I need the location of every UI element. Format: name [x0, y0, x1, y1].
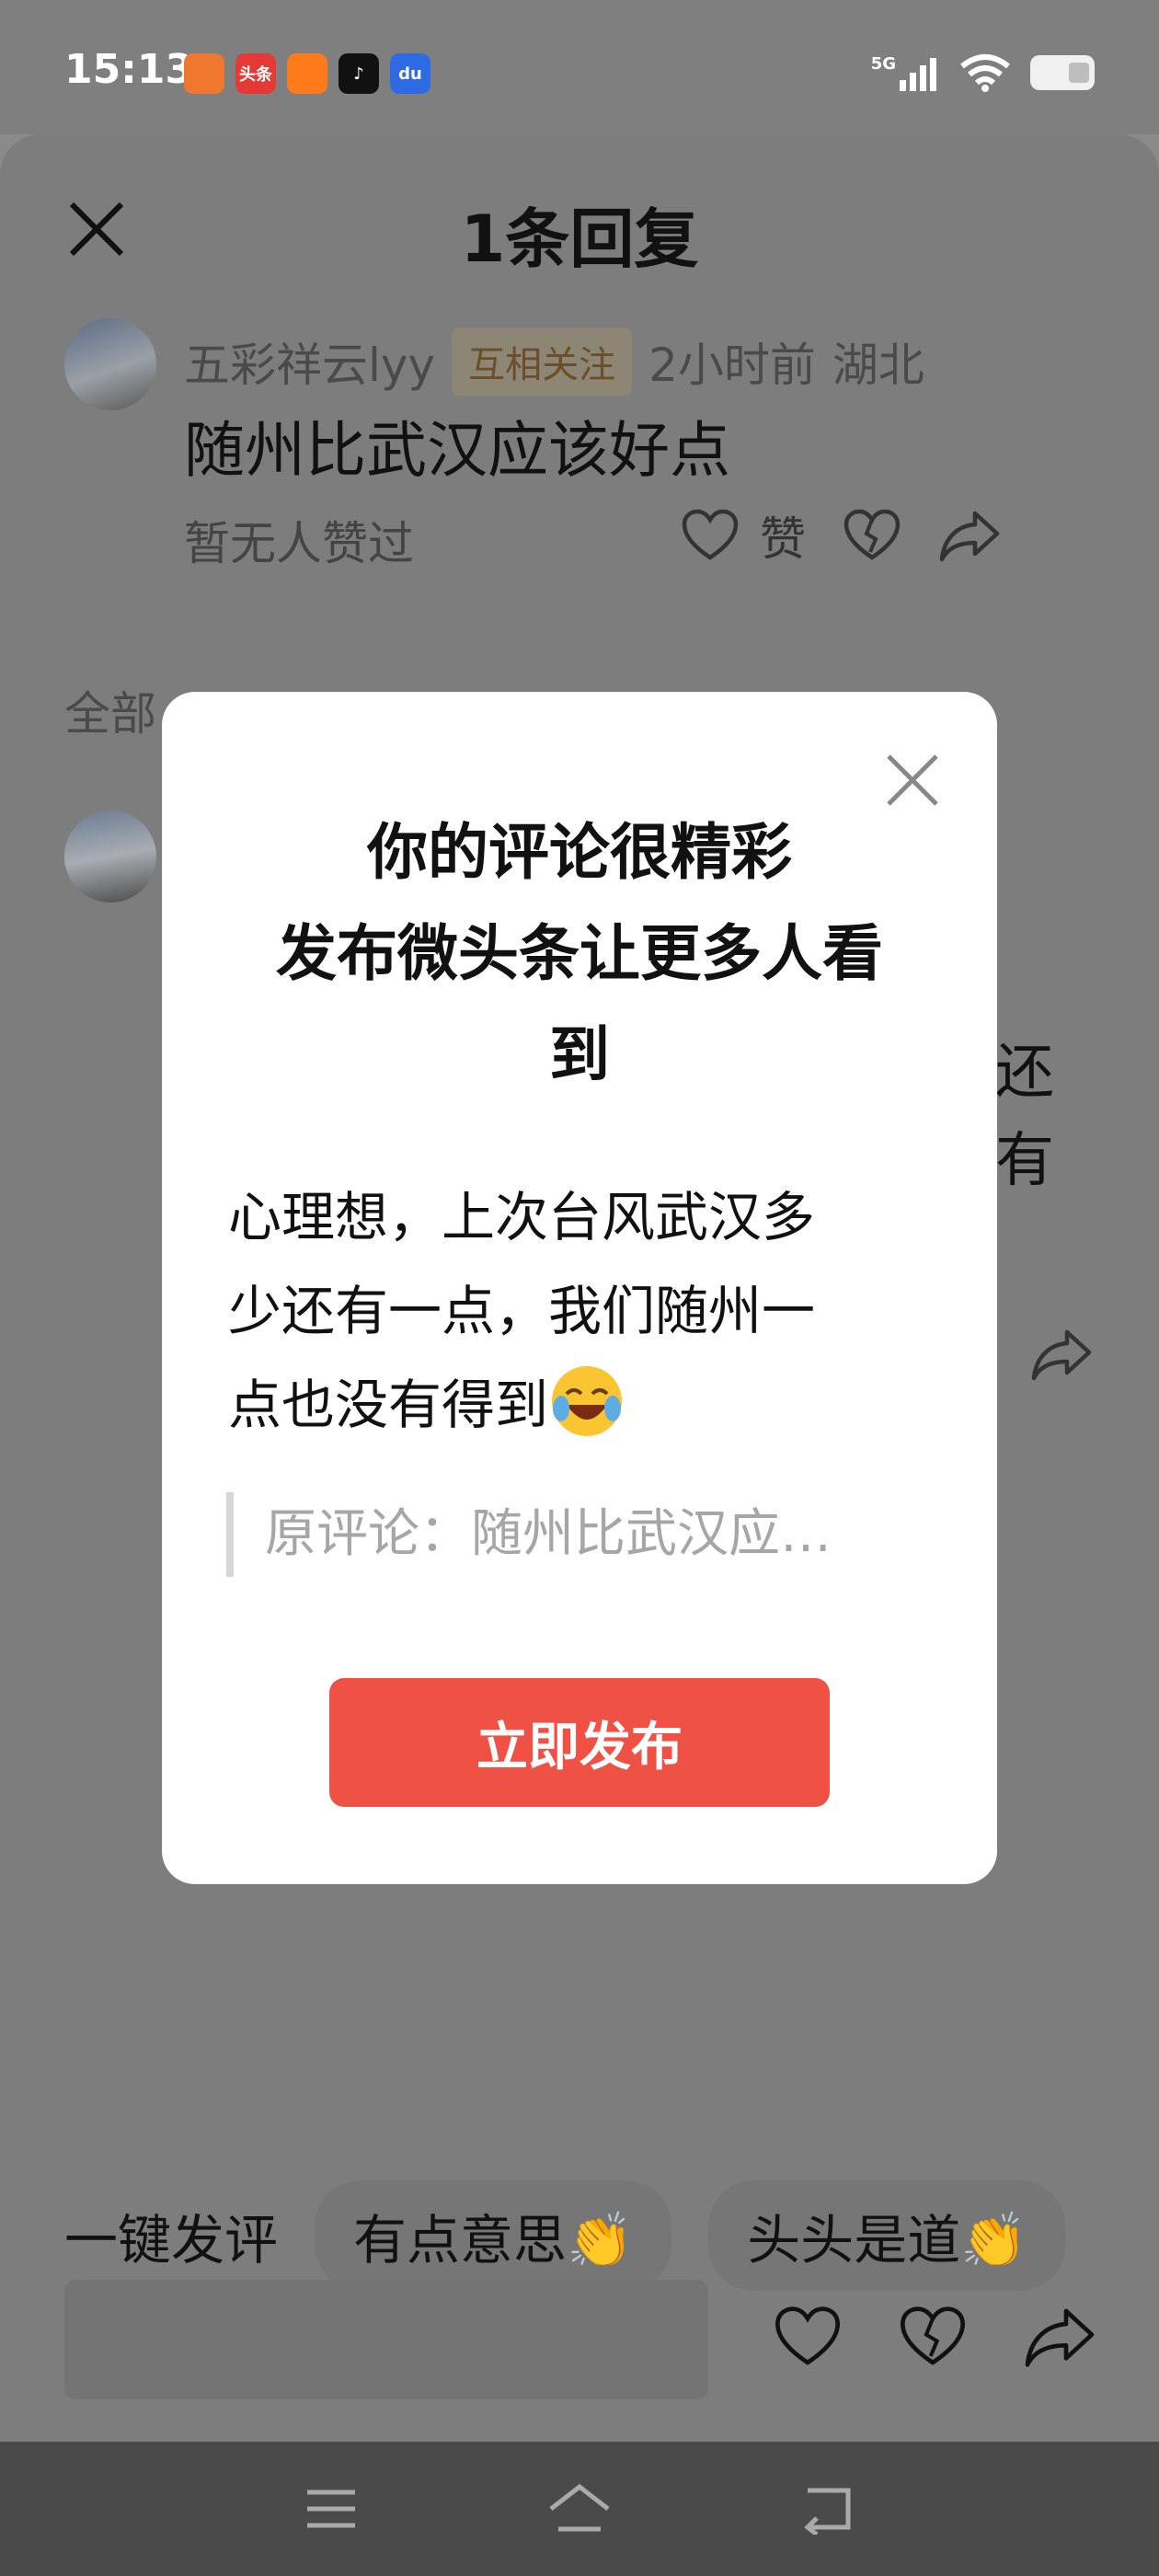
heart-icon[interactable]	[773, 2305, 843, 2369]
share-icon[interactable]	[1023, 2305, 1096, 2369]
quick-comment-label: 一键发评	[64, 2209, 279, 2271]
comment-line: 点也没有得到	[228, 1358, 927, 1452]
publish-prompt-dialog: 你的评论很精彩 发布微头条让更多人看 到 心理想，上次台风武汉多 少还有一点，我…	[162, 692, 997, 1884]
back-nav-button[interactable]	[791, 2472, 865, 2546]
dialog-comment-text: 心理想，上次台风武汉多 少还有一点，我们随州一 点也没有得到	[228, 1170, 927, 1452]
home-nav-button[interactable]	[543, 2472, 616, 2546]
status-bar: 15:13 头条 ♪ du 5G	[0, 0, 1159, 134]
menu-icon	[307, 2490, 355, 2528]
publish-now-button[interactable]: 立即发布	[329, 1678, 830, 1807]
comment-meta: 五彩祥云lyy 互相关注 2小时前 湖北	[184, 328, 924, 396]
comment-input[interactable]	[64, 2280, 708, 2399]
baidu-app-icon: du	[390, 53, 430, 94]
original-comment-quote: 原评论：随州比武汉应…	[226, 1492, 925, 1577]
quick-comment-row: 一键发评 有点意思👏 头头是道👏	[64, 2180, 1122, 2291]
comment-time: 2小时前	[648, 339, 816, 392]
network-type: 5G	[870, 54, 896, 74]
kuaishou-app-icon	[287, 53, 327, 94]
game-app-icon	[184, 53, 224, 94]
system-nav-bar	[0, 2442, 1159, 2576]
share-icon[interactable]	[938, 508, 1001, 563]
wifi-icon	[960, 54, 1010, 92]
reply-fragment-line: 还	[995, 1039, 1054, 1107]
close-icon[interactable]	[883, 751, 942, 810]
back-icon	[804, 2488, 851, 2535]
username[interactable]: 五彩祥云lyy	[184, 328, 435, 395]
avatar[interactable]	[64, 811, 156, 903]
quick-comment-chip[interactable]: 头头是道👏	[708, 2180, 1066, 2291]
douyin-app-icon: ♪	[339, 53, 379, 94]
dialog-title: 你的评论很精彩 发布微头条让更多人看 到	[217, 802, 942, 1106]
comment-line: 少还有一点，我们随州一	[228, 1280, 816, 1342]
dislike-icon[interactable]	[898, 2305, 968, 2369]
dislike-icon[interactable]	[843, 508, 901, 563]
laughing-crying-emoji-icon	[552, 1366, 623, 1436]
heart-icon	[682, 509, 739, 560]
like-button[interactable]: 赞	[681, 502, 806, 569]
share-icon[interactable]	[1030, 1327, 1093, 1382]
likes-summary: 暂无人赞过	[184, 517, 414, 570]
dialog-title-line: 你的评论很精彩	[367, 817, 792, 888]
like-label: 赞	[760, 512, 806, 566]
toutiao-app-icon: 头条	[235, 53, 276, 94]
mutual-follow-badge: 互相关注	[452, 328, 633, 396]
comment-line-text: 点也没有得到	[228, 1374, 549, 1436]
sheet-title: 1条回复	[460, 201, 699, 277]
comment-actions: 赞	[681, 502, 1001, 569]
notification-app-icons: 头条 ♪ du	[184, 53, 430, 94]
status-time: 15:13	[64, 46, 194, 93]
comment-line: 心理想，上次台风武汉多	[228, 1186, 816, 1248]
dialog-title-line: 发布微头条让更多人看	[276, 918, 883, 989]
dialog-title-line: 到	[549, 1019, 610, 1090]
comment-location: 湖北	[832, 339, 924, 392]
home-icon	[549, 2483, 610, 2532]
system-icons: 5G	[871, 53, 1095, 92]
avatar[interactable]	[64, 318, 156, 410]
bottom-actions	[773, 2305, 1096, 2369]
signal-icon: 5G	[871, 54, 940, 91]
reply-fragment-line: 有	[995, 1127, 1054, 1195]
menu-nav-button[interactable]	[294, 2472, 368, 2546]
battery-icon	[1030, 55, 1095, 90]
reply-text-fragment: 还 有	[995, 1029, 1054, 1205]
quick-comment-chip[interactable]: 有点意思👏	[315, 2180, 672, 2291]
comment-text: 随州比武汉应该好点	[184, 415, 730, 486]
all-replies-label: 全部	[64, 687, 156, 741]
